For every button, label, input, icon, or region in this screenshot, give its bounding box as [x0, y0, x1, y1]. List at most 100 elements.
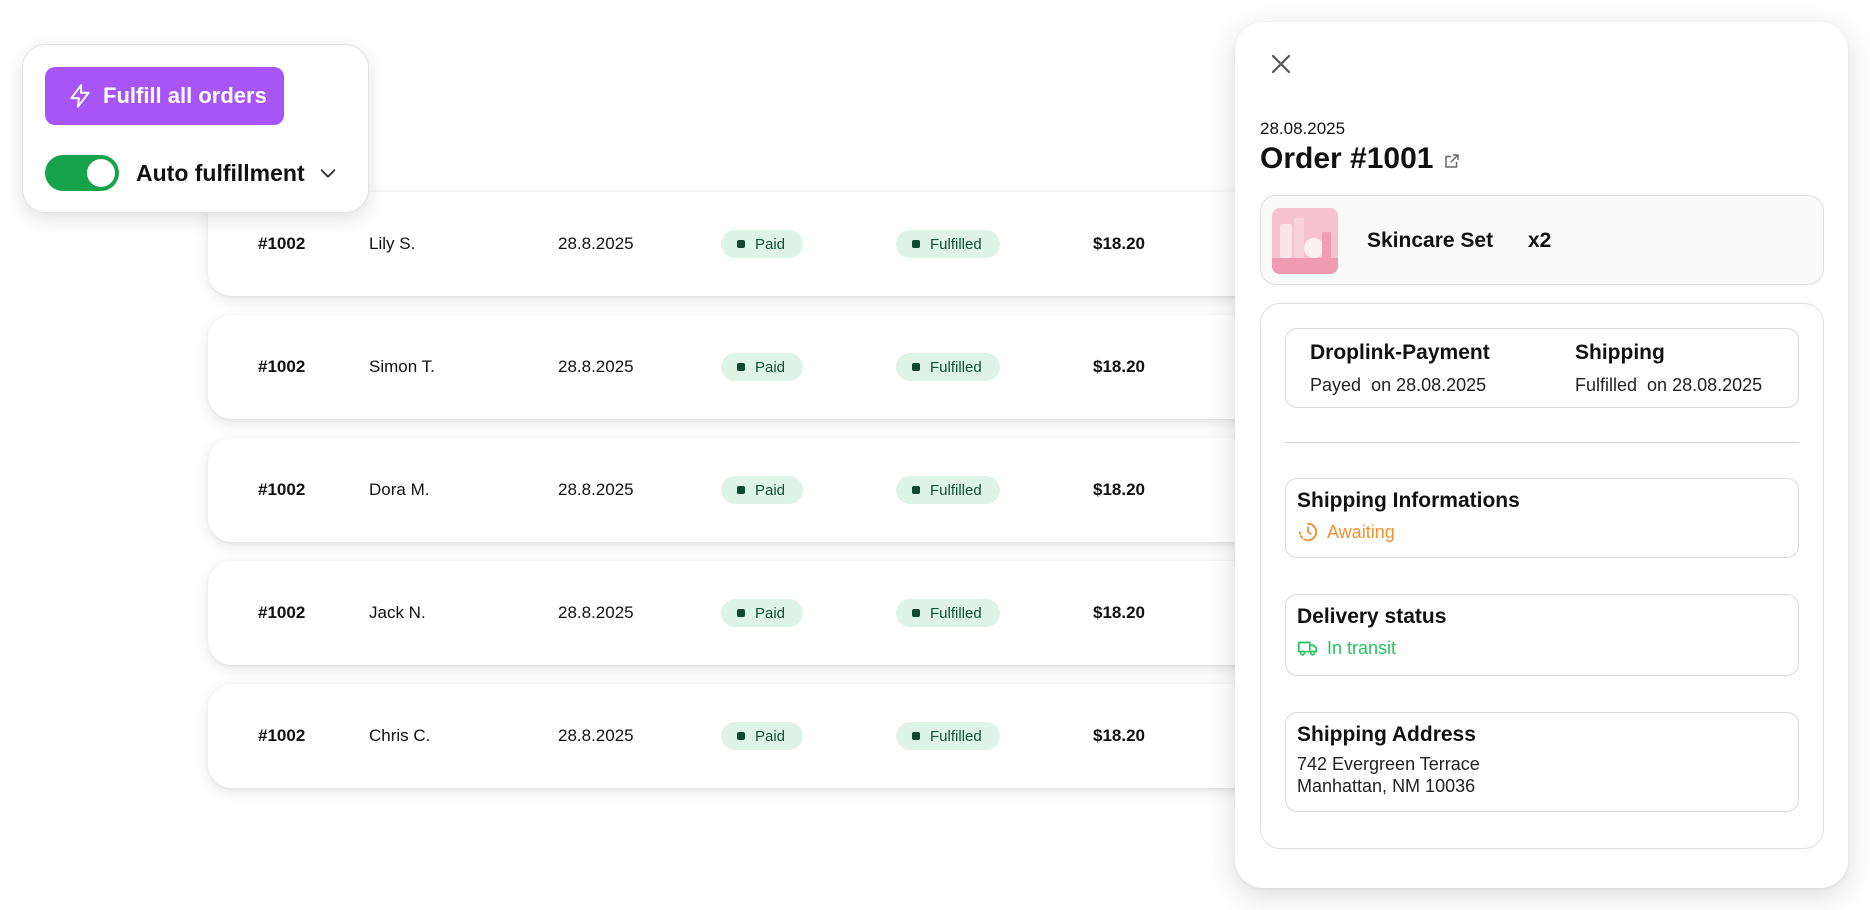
badge-label: Fulfilled: [930, 358, 982, 376]
fulfillment-actions-card: Fulfill all orders Auto fulfillment: [22, 44, 369, 213]
order-date: 28.8.2025: [558, 234, 634, 253]
lightning-icon: [70, 84, 90, 108]
product-quantity: x2: [1528, 229, 1552, 252]
fulfillment-status: Fulfilled: [896, 315, 1000, 419]
status-badge: Fulfilled: [896, 230, 1000, 258]
customer-name: Dora M.: [369, 480, 430, 499]
status-dot-icon: [912, 240, 920, 248]
status-badge: Paid: [721, 476, 804, 504]
status-dot-icon: [737, 486, 745, 494]
fulfill-button-label: Fulfill all orders: [103, 83, 267, 108]
order-id: #1002: [258, 480, 306, 499]
payment-title: Droplink-Payment: [1310, 341, 1490, 364]
fulfillment-status: Fulfilled: [896, 561, 1000, 665]
payment-status: Payed: [1310, 375, 1362, 395]
payment-status: Paid: [721, 684, 804, 788]
delivery-status-value: In transit: [1327, 637, 1397, 658]
badge-label: Fulfilled: [930, 727, 982, 745]
order-title-row: Order #1001: [1260, 142, 1463, 176]
status-badge: Fulfilled: [896, 353, 1000, 381]
chevron-down-icon[interactable]: [317, 162, 339, 184]
status-badge: Paid: [721, 353, 804, 381]
status-dot-icon: [912, 609, 920, 617]
status-badge: Fulfilled: [896, 476, 1000, 504]
status-badge: Paid: [721, 599, 804, 627]
status-badge: Paid: [721, 230, 804, 258]
order-date: 28.8.2025: [558, 357, 634, 376]
shipping-status: Fulfilled: [1575, 375, 1638, 395]
badge-label: Fulfilled: [930, 481, 982, 499]
payment-status: Paid: [721, 561, 804, 665]
status-dot-icon: [912, 732, 920, 740]
product-image: [1272, 208, 1338, 274]
badge-label: Paid: [755, 235, 786, 253]
badge-label: Fulfilled: [930, 235, 982, 253]
product-name: Skincare Set: [1367, 229, 1494, 252]
shipping-address-box: Shipping Address 742 Evergreen Terrace M…: [1285, 712, 1799, 812]
status-dot-icon: [737, 732, 745, 740]
status-dot-icon: [737, 240, 745, 248]
fulfillment-status: Fulfilled: [896, 684, 1000, 788]
auto-fulfillment-label: Auto fulfillment: [136, 159, 305, 186]
status-badge: Fulfilled: [896, 722, 1000, 750]
order-date: 28.8.2025: [558, 603, 634, 622]
auto-fulfillment-toggle[interactable]: [45, 155, 119, 191]
order-date: 28.08.2025: [1260, 119, 1346, 138]
status-dot-icon: [912, 363, 920, 371]
order-amount: $18.20: [1093, 480, 1145, 499]
fulfillment-status: Fulfilled: [896, 438, 1000, 542]
order-row[interactable]: #1002 Jack N. 28.8.2025 Paid Fulfilled $…: [208, 561, 1308, 665]
address-line-2: Manhattan, NM 10036: [1297, 776, 1476, 796]
clock-icon: [1298, 522, 1318, 542]
shipping-column: Shipping Fulfilled on 28.08.2025: [1575, 341, 1762, 396]
order-date: 28.8.2025: [558, 726, 634, 745]
badge-label: Paid: [755, 604, 786, 622]
page-title: Order #1001: [1260, 142, 1434, 175]
shipping-address-title: Shipping Address: [1297, 723, 1476, 746]
order-details-card: Droplink-Payment Payed on 28.08.2025 Shi…: [1260, 303, 1824, 849]
order-row[interactable]: #1002 Dora M. 28.8.2025 Paid Fulfilled $…: [208, 438, 1308, 542]
status-dot-icon: [737, 609, 745, 617]
delivery-status-box: Delivery status In transit: [1285, 594, 1799, 676]
address-line-1: 742 Evergreen Terrace: [1297, 754, 1480, 774]
payment-status: Paid: [721, 438, 804, 542]
payment-date: on 28.08.2025: [1371, 375, 1487, 395]
shipping-info-status: Awaiting: [1327, 521, 1395, 542]
payment-shipping-summary: Droplink-Payment Payed on 28.08.2025 Shi…: [1285, 328, 1799, 408]
badge-label: Paid: [755, 481, 786, 499]
close-icon[interactable]: [1267, 50, 1295, 78]
badge-label: Paid: [755, 727, 786, 745]
product-card: Skincare Set x2: [1260, 195, 1824, 285]
order-id: #1002: [258, 603, 306, 622]
order-detail-panel: 28.08.2025 Order #1001 Skincare Set x2 D: [1235, 22, 1848, 888]
status-badge: Paid: [721, 722, 804, 750]
order-id: #1002: [258, 357, 306, 376]
badge-label: Fulfilled: [930, 604, 982, 622]
shipping-info-box: Shipping Informations Awaiting: [1285, 478, 1799, 558]
status-badge: Fulfilled: [896, 599, 1000, 627]
order-amount: $18.20: [1093, 726, 1145, 745]
order-amount: $18.20: [1093, 357, 1145, 376]
auto-fulfillment-row: Auto fulfillment: [45, 155, 339, 191]
payment-status: Paid: [721, 192, 804, 296]
status-dot-icon: [737, 363, 745, 371]
external-link-icon[interactable]: [1443, 151, 1463, 171]
customer-name: Jack N.: [369, 603, 426, 622]
payment-status: Paid: [721, 315, 804, 419]
order-amount: $18.20: [1093, 234, 1145, 253]
order-row[interactable]: #1002 Chris C. 28.8.2025 Paid Fulfilled …: [208, 684, 1308, 788]
customer-name: Lily S.: [369, 234, 416, 253]
truck-icon: [1298, 641, 1318, 656]
shipping-date: on 28.08.2025: [1647, 375, 1763, 395]
status-dot-icon: [912, 486, 920, 494]
order-row[interactable]: #1002 Lily S. 28.8.2025 Paid Fulfilled $…: [208, 192, 1308, 296]
customer-name: Chris C.: [369, 726, 431, 745]
badge-label: Paid: [755, 358, 786, 376]
order-row[interactable]: #1002 Simon T. 28.8.2025 Paid Fulfilled …: [208, 315, 1308, 419]
fulfill-all-orders-button[interactable]: Fulfill all orders: [45, 67, 284, 125]
toggle-knob: [87, 159, 115, 187]
order-date: 28.8.2025: [558, 480, 634, 499]
divider: [1285, 442, 1799, 443]
delivery-status-title: Delivery status: [1297, 605, 1447, 628]
payment-column: Droplink-Payment Payed on 28.08.2025: [1310, 341, 1490, 396]
